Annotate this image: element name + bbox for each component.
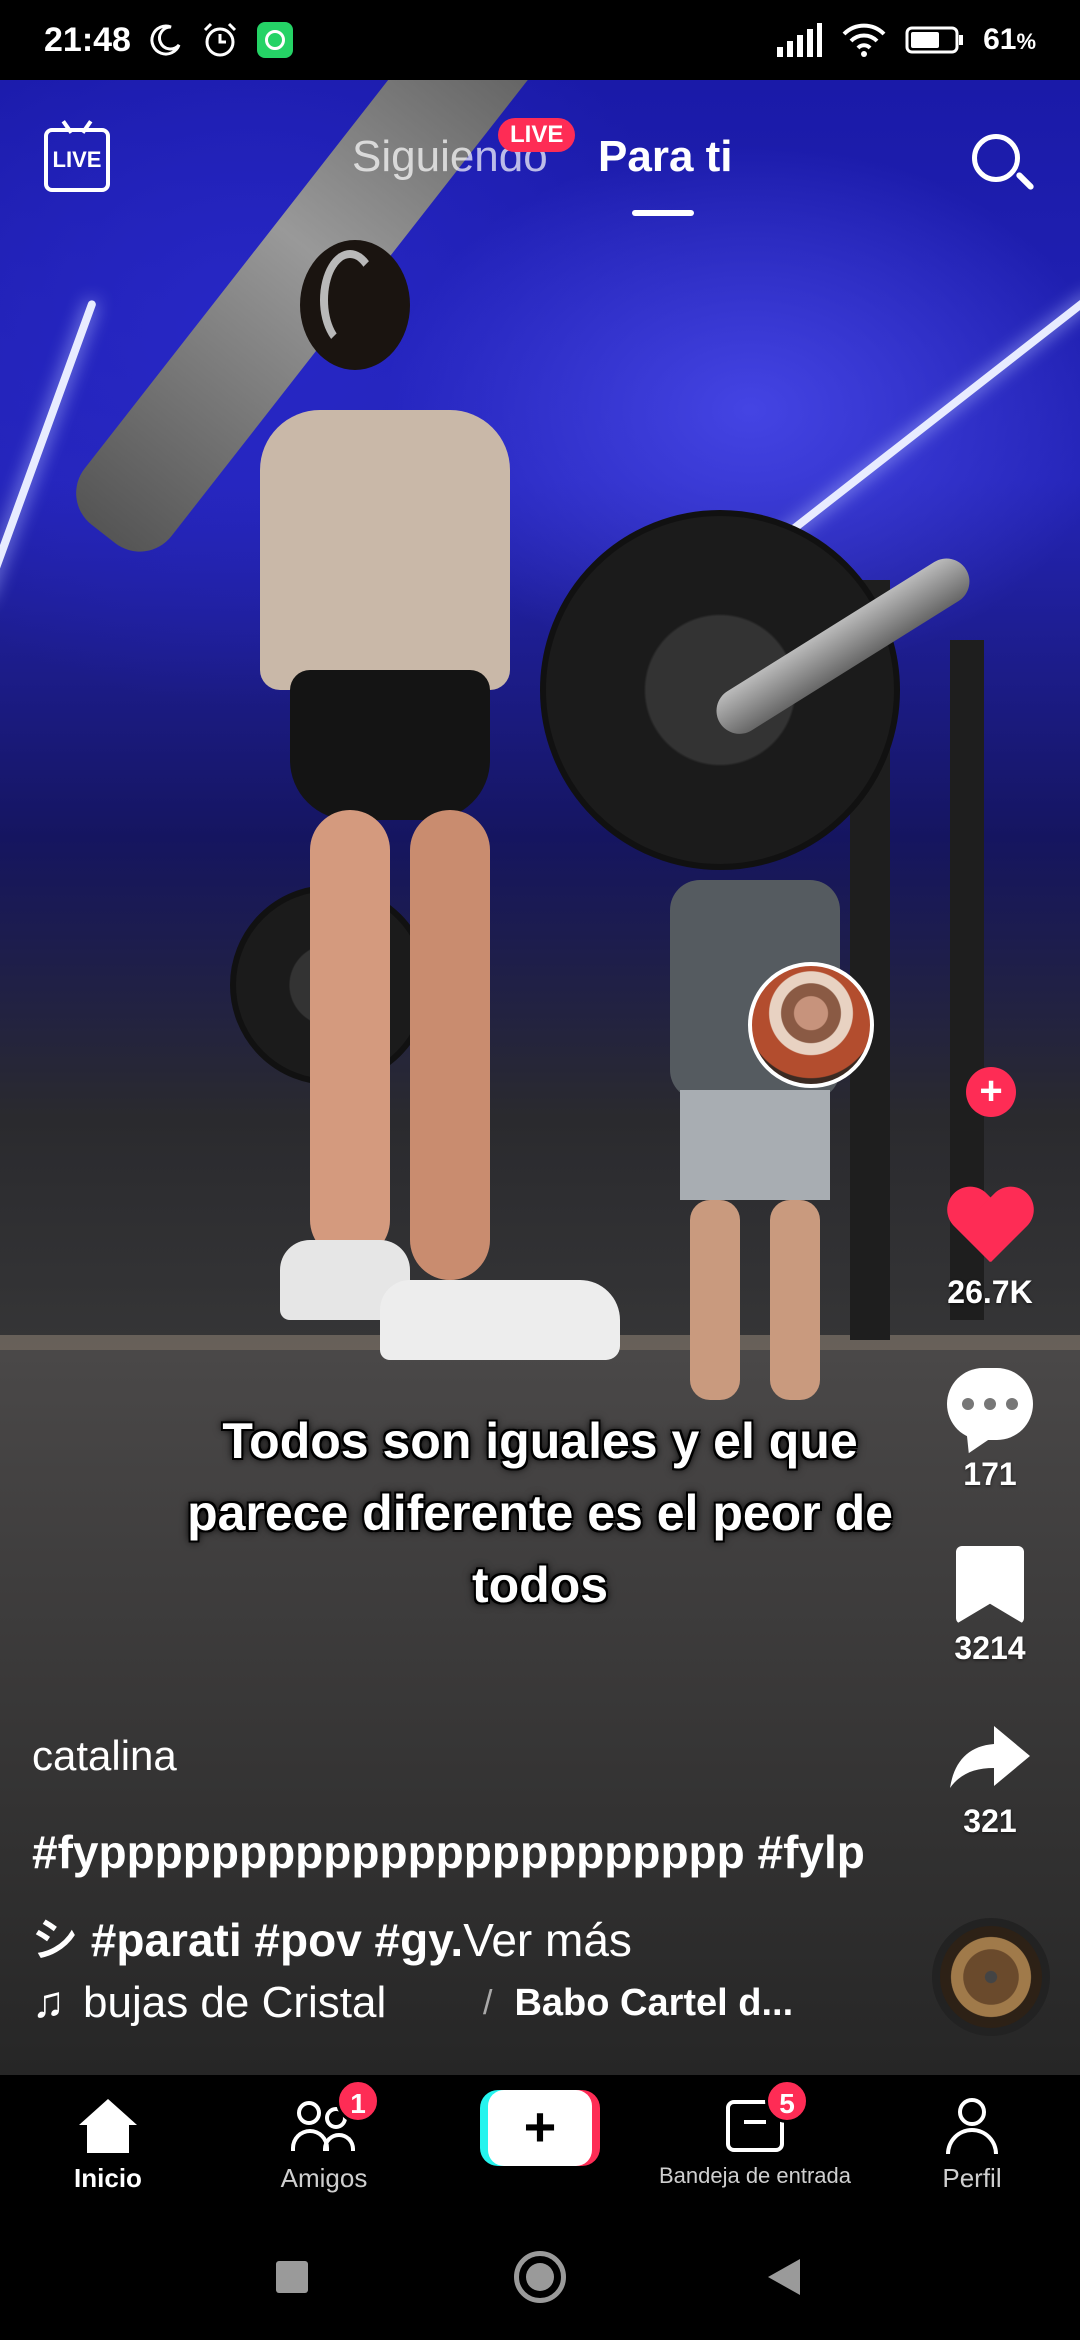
comment-action[interactable]: 171 [920, 1368, 1060, 1493]
song-title: bujas de Cristal [83, 1978, 387, 2027]
create-button[interactable]: + [480, 2090, 600, 2166]
nav-inbox[interactable]: 5 Bandeja de entrada [655, 2079, 855, 2189]
author-name[interactable]: catalina [32, 1732, 177, 1780]
live-tv-icon[interactable]: LIVE [44, 128, 110, 192]
inbox-badge: 5 [765, 2079, 809, 2123]
music-disc[interactable] [932, 1918, 1050, 2036]
nav-inbox-label: Bandeja de entrada [658, 2163, 852, 2188]
follow-button[interactable]: + [966, 1067, 1016, 1117]
top-nav: LIVE Siguiendo LIVE Para ti [0, 80, 1080, 240]
battery-level: 61% [983, 23, 1036, 56]
nav-friends-label: Amigos [280, 2163, 368, 2193]
nav-friends[interactable]: 1 Amigos [224, 2079, 424, 2194]
comment-icon [947, 1368, 1033, 1440]
nav-home-label: Inicio [74, 2163, 142, 2193]
profile-icon [944, 2098, 1000, 2154]
background-person [670, 880, 840, 1400]
recent-apps-button[interactable] [276, 2261, 308, 2293]
search-icon-handle [1015, 171, 1035, 191]
comment-count: 171 [963, 1456, 1017, 1492]
status-right: 61% [775, 22, 1036, 58]
music-note-icon: ♫ [32, 1978, 65, 2027]
video-description[interactable]: #fyppppppppppppppppppppppp #fylpシ #parat… [32, 1808, 892, 1984]
live-tv-label: LIVE [52, 147, 102, 172]
whatsapp-icon [256, 22, 293, 58]
signal-icon [777, 23, 823, 57]
artist-name: Babo Cartel d... [514, 1981, 794, 2024]
nav-profile-label: Perfil [942, 2163, 1002, 2193]
heart-icon [945, 1188, 1035, 1268]
video-text-overlay: Todos son iguales y el que parece difere… [187, 1413, 893, 1613]
home-icon [79, 2099, 137, 2153]
status-left: 21:48 [44, 21, 293, 60]
friends-badge: 1 [336, 2079, 380, 2123]
wifi-icon [842, 23, 886, 57]
see-more-link[interactable]: Ver más [463, 1914, 632, 1966]
back-button[interactable] [768, 2259, 800, 2295]
alarm-icon [203, 22, 237, 57]
search-icon [972, 134, 1020, 182]
search-button[interactable] [968, 130, 1035, 196]
weight-plate [540, 510, 900, 870]
active-tab-indicator [632, 210, 694, 216]
live-badge: LIVE [498, 118, 576, 152]
bookmark-icon [956, 1546, 1024, 1624]
ceiling-light [760, 291, 1080, 557]
home-button[interactable] [514, 2251, 566, 2303]
tab-for-you[interactable]: Para ti [598, 132, 733, 182]
like-action[interactable]: 26.7K [920, 1188, 1060, 1311]
battery-icon [905, 26, 964, 54]
status-time: 21:48 [44, 20, 131, 59]
share-icon [950, 1726, 1030, 1788]
save-count: 3214 [954, 1630, 1026, 1666]
separator: / [483, 1983, 493, 2022]
like-count: 26.7K [947, 1274, 1033, 1310]
music-info[interactable]: ♫ bujas de Cristal / Babo Cartel d... [32, 1978, 892, 2028]
system-nav-bar [0, 2215, 1080, 2340]
moon-icon [150, 24, 181, 56]
hashtags-text: #fyppppppppppppppppppppppp #fylpシ #parat… [32, 1826, 865, 1966]
nav-profile[interactable]: Perfil [872, 2093, 1072, 2194]
plus-icon: + [488, 2090, 592, 2166]
share-action[interactable]: 321 [920, 1722, 1060, 1840]
save-action[interactable]: 3214 [920, 1546, 1060, 1667]
nav-home[interactable]: Inicio [8, 2093, 208, 2194]
person-figure [260, 240, 620, 1440]
creator-avatar[interactable] [748, 962, 874, 1088]
ceiling-light [0, 299, 97, 603]
status-bar: 21:48 61% [0, 0, 1080, 80]
share-count: 321 [963, 1803, 1017, 1839]
